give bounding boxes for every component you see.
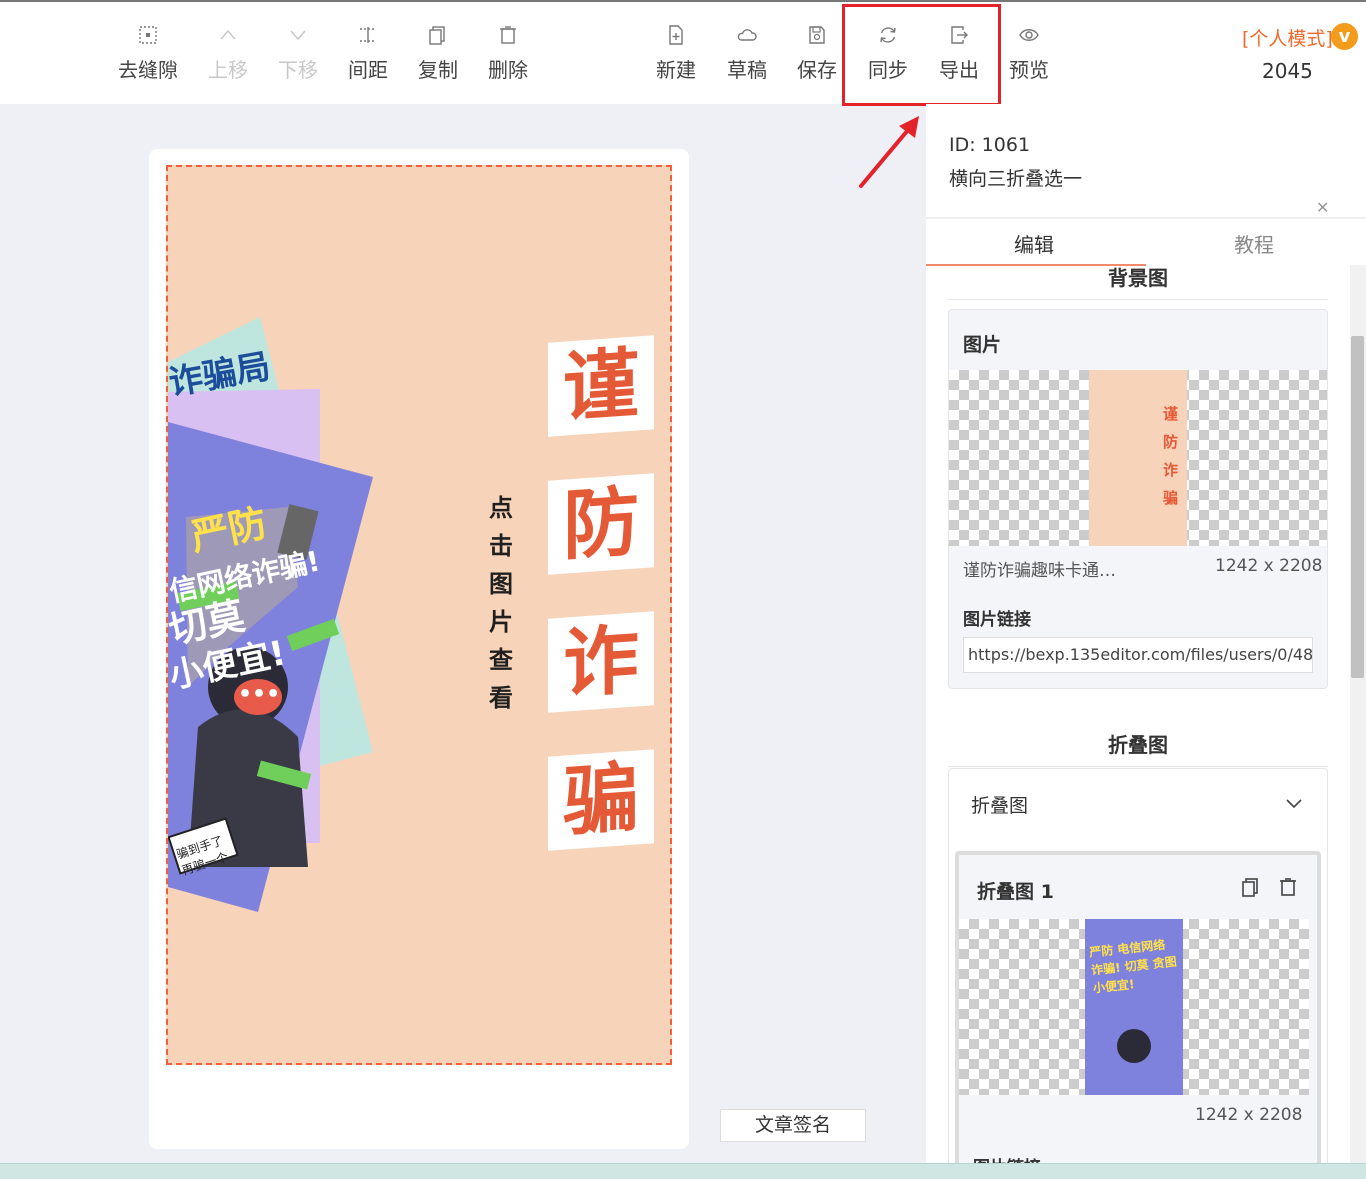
annotation-highlight-box [842,4,1001,106]
poster-preview[interactable]: 诈骗局 严防 信网络诈骗! 切莫 小便宜! 骗到手了 再骗一个 ••• 点 击 … [166,165,672,1065]
trash-icon [476,24,540,52]
new-file-icon [644,24,708,52]
section-divider [948,766,1328,767]
image-label: 图片 [963,334,1002,356]
tap-hint: 点 击 图 片 查 看 [489,494,513,712]
spacing-button[interactable]: 间距 [336,24,400,83]
template-name: 横向三折叠选一 [949,168,1083,190]
vip-badge-icon: v [1331,23,1358,50]
link-label: 图片链接 [963,610,1031,630]
image-link-input[interactable]: https://bexp.135editor.com/files/users/0… [963,637,1313,673]
remove-gap-button[interactable]: 去缝隙 [116,24,180,83]
fold-item-card: 折叠图 1 严防 电信网络诈骗! 切莫 贪图小便宜! 1242 x 2208 图… [955,851,1321,1164]
fold-section-title: 折叠图 [1108,733,1168,757]
fold-thumb-poster: 严防 电信网络诈骗! 切莫 贪图小便宜! [1085,919,1183,1095]
move-down-button[interactable]: 下移 [266,24,330,83]
bg-image-box: 图片 谨 防 诈 骗 谨防诈骗趣味卡通… 1242 x 2208 图片链接 ht… [948,309,1328,689]
spacing-icon [336,24,400,52]
toolbar: 去缝隙 上移 下移 间距 复制 删除 新建 草稿 保存 同步 导出 预览 [个人… [0,0,1366,104]
chevron-up-icon [196,24,260,52]
section-divider [948,299,1328,300]
panel-tabs: 编辑 教程 [926,217,1366,266]
fold-thumb-text: 严防 电信网络诈骗! 切莫 贪图小便宜! [1088,937,1178,996]
personal-mode-link[interactable]: [个人模式] [1242,24,1333,51]
thumb-poster: 谨 防 诈 骗 [1089,370,1187,546]
copy-icon [406,24,470,52]
save-icon [785,24,849,52]
copy-button[interactable]: 复制 [406,24,470,83]
fold-image-thumbnail[interactable]: 严防 电信网络诈骗! 切莫 贪图小便宜! [959,919,1309,1095]
article-signature-button[interactable]: 文章签名 [720,1109,866,1142]
fold-box: 折叠图 折叠图 1 严防 电信网络诈骗! 切莫 贪图小便宜! 1242 x 22… [948,768,1328,1164]
gap-icon [116,24,180,52]
eye-icon [997,24,1061,52]
template-id: ID: 1061 [949,134,1031,156]
fold-item-title: 折叠图 1 [977,881,1054,903]
poster-title: 谨 防 诈 骗 [546,335,656,851]
fold-image-size: 1242 x 2208 [1195,1105,1303,1125]
copy-icon[interactable] [1239,875,1261,899]
taskbar [0,1163,1366,1179]
thumb-title: 谨 防 诈 骗 [1163,405,1179,507]
image-size: 1242 x 2208 [1215,556,1323,576]
tab-tutorial[interactable]: 教程 [1234,229,1274,258]
preview-button[interactable]: 预览 [997,24,1061,83]
annotation-arrow-icon [859,116,919,188]
bg-image-thumbnail[interactable]: 谨 防 诈 骗 [949,370,1327,546]
bg-section-title: 背景图 [1108,266,1168,290]
fold-dropdown[interactable]: 折叠图 [971,791,1028,818]
tab-edit[interactable]: 编辑 [1014,229,1054,258]
chevron-down-icon[interactable] [1285,797,1303,811]
cloud-icon [715,24,779,52]
panel-scrollbar-thumb[interactable] [1351,336,1364,678]
move-up-button[interactable]: 上移 [196,24,260,83]
trash-icon[interactable] [1277,875,1299,899]
draft-button[interactable]: 草稿 [715,24,779,83]
fold-thumb-figure [1117,1029,1151,1063]
image-name: 谨防诈骗趣味卡通… [963,561,1116,581]
account-count: 2045 [1262,59,1313,83]
settings-panel: ID: 1061 横向三折叠选一 ✕ 编辑 教程 背景图 图片 谨 防 诈 骗 … [926,104,1366,1164]
save-button[interactable]: 保存 [785,24,849,83]
wrench-icon[interactable]: ✕ [1316,198,1329,217]
new-button[interactable]: 新建 [644,24,708,83]
chevron-down-icon [266,24,330,52]
card-bubble-dots: ••• [238,682,281,707]
delete-button[interactable]: 删除 [476,24,540,83]
